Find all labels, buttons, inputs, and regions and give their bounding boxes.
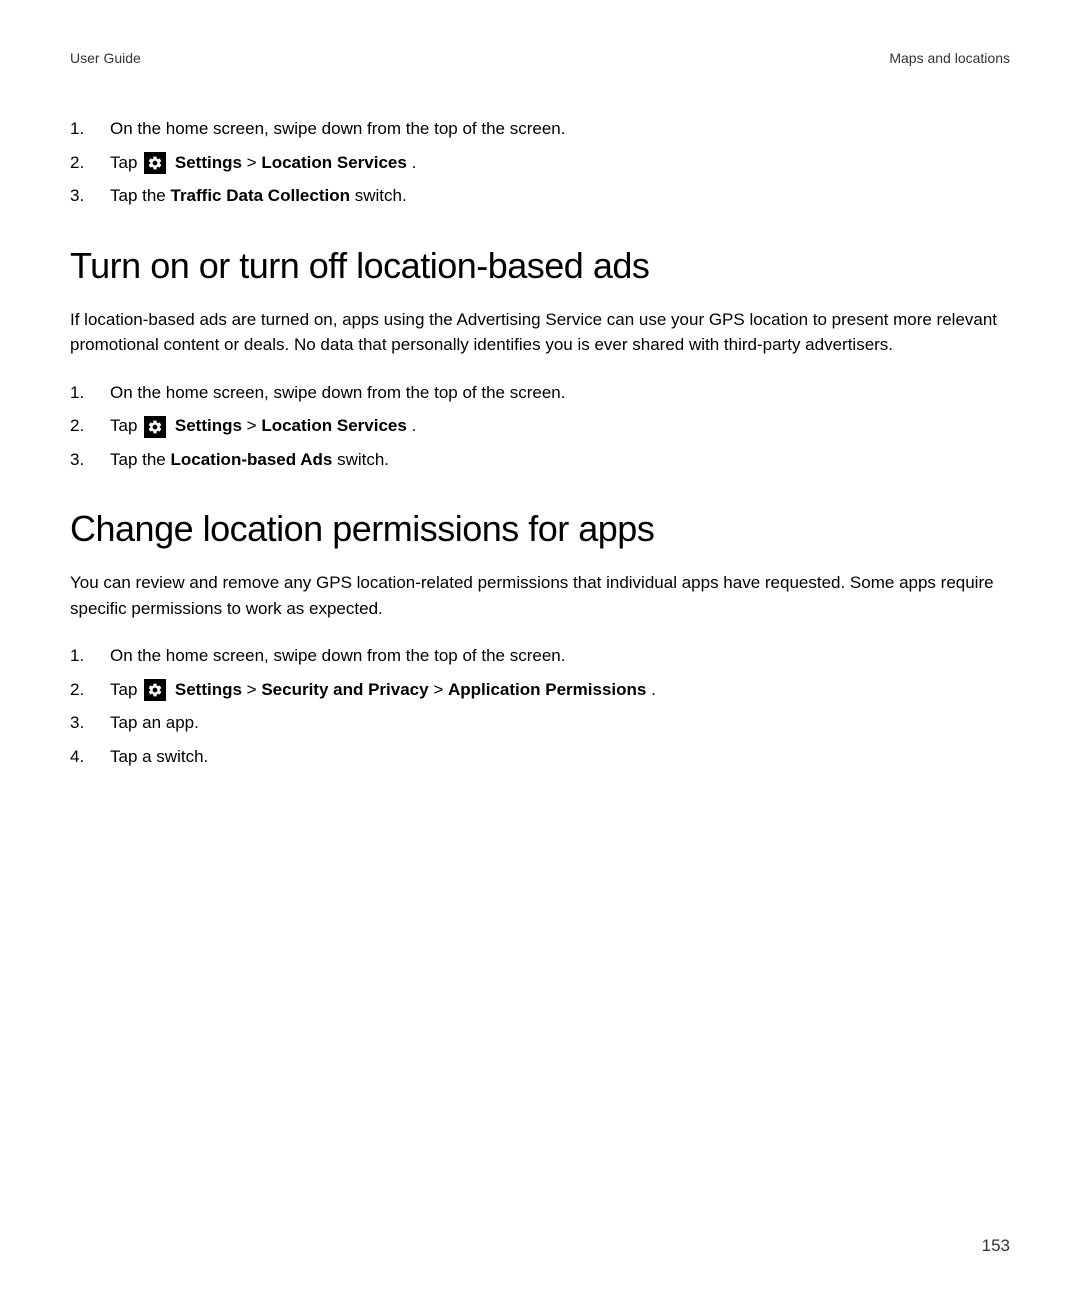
header-left: User Guide [70, 50, 141, 66]
list-item: 3. Tap the Location-based Ads switch. [70, 447, 1010, 473]
separator: > [247, 153, 262, 172]
section1-steps: 1. On the home screen, swipe down from t… [70, 380, 1010, 473]
page-number: 153 [982, 1236, 1010, 1256]
step-text: Tap a switch. [110, 744, 1010, 770]
step-number: 4. [70, 744, 110, 770]
section2-steps: 1. On the home screen, swipe down from t… [70, 643, 1010, 769]
traffic-data-label: Traffic Data Collection [171, 186, 350, 205]
step-number: 2. [70, 677, 110, 703]
text-fragment: Tap the [110, 186, 171, 205]
step-text: Tap an app. [110, 710, 1010, 736]
step-text: Tap Settings > Location Services . [110, 413, 1010, 439]
step-text: On the home screen, swipe down from the … [110, 116, 1010, 142]
step-number: 1. [70, 116, 110, 142]
step-number: 3. [70, 710, 110, 736]
list-item: 2. Tap Settings > Location Services . [70, 150, 1010, 176]
step-text: Tap Settings > Security and Privacy > Ap… [110, 677, 1010, 703]
section-intro: If location-based ads are turned on, app… [70, 307, 1010, 358]
step-number: 1. [70, 643, 110, 669]
header-right: Maps and locations [889, 50, 1010, 66]
settings-gear-icon [144, 679, 166, 701]
section-intro: You can review and remove any GPS locati… [70, 570, 1010, 621]
separator: > [433, 680, 448, 699]
list-item: 3. Tap the Traffic Data Collection switc… [70, 183, 1010, 209]
text-fragment: Tap [110, 680, 142, 699]
step-number: 3. [70, 183, 110, 209]
step-number: 1. [70, 380, 110, 406]
list-item: 1. On the home screen, swipe down from t… [70, 643, 1010, 669]
top-steps: 1. On the home screen, swipe down from t… [70, 116, 1010, 209]
separator: > [247, 416, 262, 435]
settings-gear-icon [144, 416, 166, 438]
step-text: On the home screen, swipe down from the … [110, 643, 1010, 669]
text-fragment: . [651, 680, 656, 699]
step-text: Tap Settings > Location Services . [110, 150, 1010, 176]
step-text: On the home screen, swipe down from the … [110, 380, 1010, 406]
settings-gear-icon [144, 152, 166, 174]
list-item: 1. On the home screen, swipe down from t… [70, 116, 1010, 142]
text-fragment: Tap the [110, 450, 171, 469]
section-title-ads: Turn on or turn off location-based ads [70, 245, 1010, 287]
step-text: Tap the Traffic Data Collection switch. [110, 183, 1010, 209]
text-fragment: switch. [337, 450, 389, 469]
list-item: 1. On the home screen, swipe down from t… [70, 380, 1010, 406]
settings-label: Settings [175, 416, 242, 435]
step-number: 2. [70, 150, 110, 176]
list-item: 2. Tap Settings > Location Services . [70, 413, 1010, 439]
text-fragment: Tap [110, 416, 142, 435]
security-privacy-label: Security and Privacy [261, 680, 428, 699]
location-services-label: Location Services [261, 416, 407, 435]
page-header: User Guide Maps and locations [70, 50, 1010, 66]
settings-label: Settings [175, 153, 242, 172]
location-services-label: Location Services [261, 153, 407, 172]
list-item: 2. Tap Settings > Security and Privacy >… [70, 677, 1010, 703]
text-fragment: Tap [110, 153, 142, 172]
step-number: 3. [70, 447, 110, 473]
step-text: Tap the Location-based Ads switch. [110, 447, 1010, 473]
settings-label: Settings [175, 680, 242, 699]
location-ads-label: Location-based Ads [171, 450, 333, 469]
separator: > [247, 680, 262, 699]
section-title-permissions: Change location permissions for apps [70, 508, 1010, 550]
list-item: 4. Tap a switch. [70, 744, 1010, 770]
text-fragment: switch. [355, 186, 407, 205]
text-fragment: . [412, 416, 417, 435]
step-number: 2. [70, 413, 110, 439]
list-item: 3. Tap an app. [70, 710, 1010, 736]
text-fragment: . [412, 153, 417, 172]
app-permissions-label: Application Permissions [448, 680, 646, 699]
